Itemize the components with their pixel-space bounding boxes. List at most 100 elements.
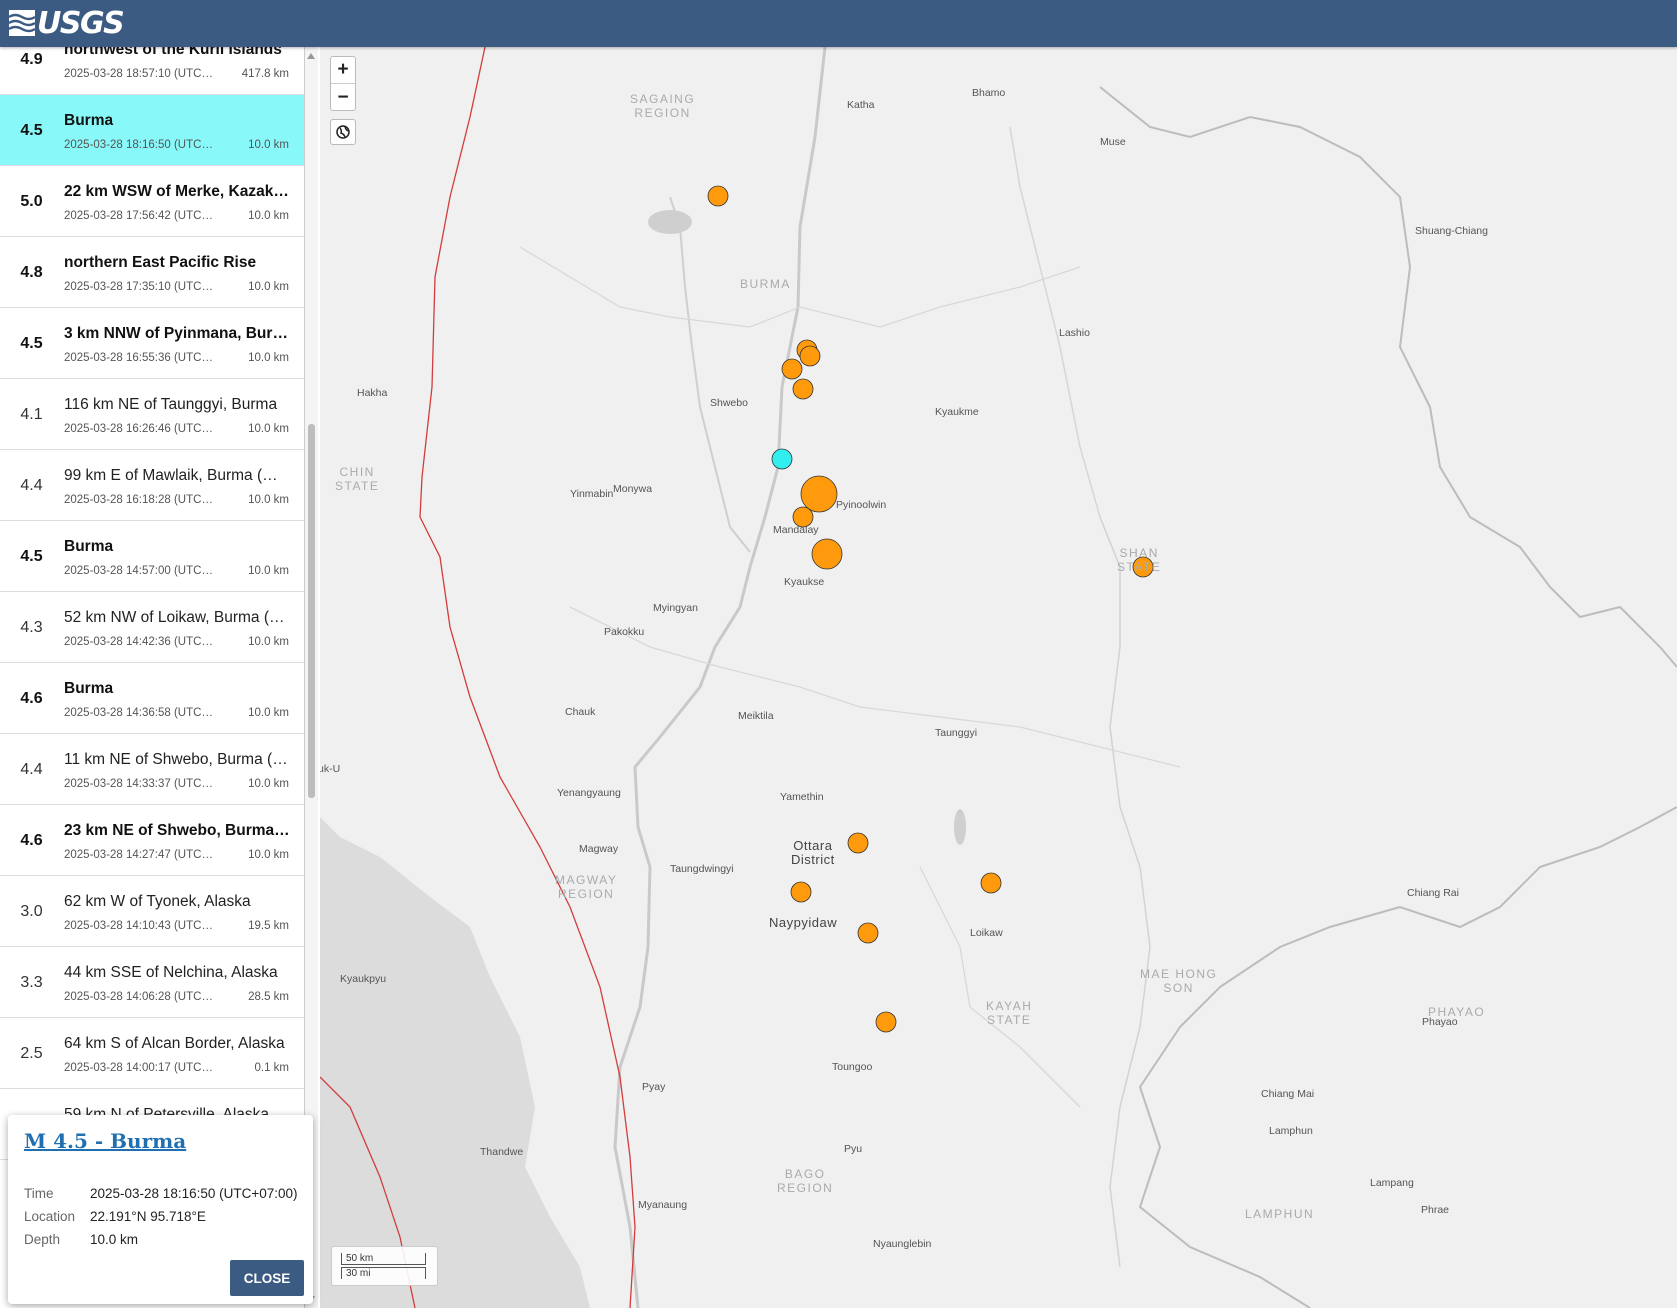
scroll-up-arrow-icon[interactable] (307, 53, 315, 59)
event-time: 2025-03-28 14:36:58 (UTC+07:00) (64, 707, 214, 719)
magnitude: 3.0 (20, 902, 43, 920)
event-title-link[interactable]: M 4.5 - Burma (24, 1129, 186, 1153)
zoom-out-button[interactable]: − (331, 84, 355, 111)
zoom-in-button[interactable]: + (331, 57, 355, 84)
event-location-row: Location 22.191°N 95.718°E (24, 1209, 206, 1224)
place-label: Myingyan (653, 602, 698, 614)
place-label: Yamethin (780, 791, 824, 803)
earthquake-list-item[interactable]: 5.0 22 km WSW of Merke, Kazakhstan 2025-03… (0, 166, 304, 237)
place-label: Monywa (613, 483, 653, 495)
quake-marker[interactable] (857, 922, 879, 944)
magnitude: 3.3 (20, 973, 43, 991)
place-label: uk-U (320, 763, 341, 775)
selected-quake-marker[interactable] (771, 448, 793, 470)
usgs-wave-icon (9, 10, 35, 36)
event-time: 2025-03-28 14:33:37 (UTC+07:00) (64, 778, 214, 790)
place-name: 22 km WSW of Merke, Kazakhstan (64, 183, 290, 200)
event-time: 2025-03-28 16:26:46 (UTC+07:00) (64, 423, 214, 435)
magnitude: 4.3 (20, 618, 43, 636)
time-label: Time (24, 1186, 54, 1201)
earthquake-list-item[interactable]: 4.5 Burma 2025-03-28 14:57:00 (UTC+07:00) 1… (0, 521, 304, 592)
event-depth: 28.5 km (248, 991, 289, 1003)
event-time: 2025-03-28 14:27:47 (UTC+07:00) (64, 849, 214, 861)
scrollbar-thumb[interactable] (308, 424, 315, 798)
place-label: Mandalay (773, 524, 819, 536)
magnitude: 4.8 (20, 263, 43, 281)
event-time: 2025-03-28 14:57:00 (UTC+07:00) (64, 565, 214, 577)
quake-marker[interactable] (799, 345, 821, 367)
place-name: 44 km SSE of Nelchina, Alaska (64, 964, 278, 981)
earthquake-list-item[interactable]: 4.3 52 km NW of Loikaw, Burma (Myanmar) 20… (0, 592, 304, 663)
event-depth: 10.0 km (248, 423, 289, 435)
earthquake-list: 4.9 northwest of the Kuril Islands 2025-03… (0, 47, 304, 1160)
place-label: Toungoo (832, 1061, 873, 1073)
event-depth: 417.8 km (241, 68, 289, 80)
magnitude: 4.5 (20, 334, 43, 352)
earthquake-list-item[interactable]: 4.8 northern East Pacific Rise 2025-03-28 … (0, 237, 304, 308)
close-button[interactable]: CLOSE (230, 1260, 304, 1296)
event-depth: 10.0 km (248, 210, 289, 222)
place-label: Katha (847, 99, 875, 111)
place-label: Pyu (844, 1143, 863, 1155)
earthquake-list-item[interactable]: 4.6 23 km NE of Shwebo, Burma (Myanmar) 20… (0, 805, 304, 876)
earthquake-list-item[interactable]: 3.3 44 km SSE of Nelchina, Alaska 2025-03-… (0, 947, 304, 1018)
event-depth-row: Depth 10.0 km (24, 1232, 138, 1247)
place-label: Pyinoolwin (836, 499, 887, 511)
earthquake-list-item[interactable]: 2.5 64 km S of Alcan Border, Alaska 2025-0… (0, 1018, 304, 1089)
event-time: 2025-03-28 16:18:28 (UTC+07:00) (64, 494, 214, 506)
place-label: Yenangyaung (557, 787, 621, 799)
event-time: 2025-03-28 14:10:43 (UTC+07:00) (64, 920, 214, 932)
quake-marker-large[interactable] (800, 475, 838, 513)
event-time: 2025-03-28 18:16:50 (UTC+07:00) (64, 139, 214, 151)
quake-marker[interactable] (707, 185, 729, 207)
earthquake-list-item[interactable]: 4.5 Burma 2025-03-28 18:16:50 (UTC+07:00) 1… (0, 95, 304, 166)
earthquake-list-item[interactable]: 4.6 Burma 2025-03-28 14:36:58 (UTC+07:00) 1… (0, 663, 304, 734)
place-name: northwest of the Kuril Islands (64, 47, 282, 58)
earthquake-list-item[interactable]: 4.5 3 km NNW of Pyinmana, Burma 2025-03-28… (0, 308, 304, 379)
earthquake-list-item[interactable]: 4.1 116 km NE of Taunggyi, Burma 2025-03-2… (0, 379, 304, 450)
quake-marker-large[interactable] (811, 538, 843, 570)
event-depth: 10.0 km (248, 352, 289, 364)
earthquake-list-item[interactable]: 4.9 northwest of the Kuril Islands 2025-03… (0, 47, 304, 95)
event-time: 2025-03-28 14:00:17 (UTC+07:00) (64, 1062, 214, 1074)
earthquake-list-item[interactable]: 3.0 62 km W of Tyonek, Alaska 2025-03-28 1… (0, 876, 304, 947)
quake-marker[interactable] (875, 1011, 897, 1033)
place-label: Shuang-Chiang (1415, 225, 1488, 237)
place-label: Phrae (1421, 1204, 1450, 1216)
region-label: KAYAH STATE (986, 999, 1033, 1027)
earthquake-list-item[interactable]: 4.4 11 km NE of Shwebo, Burma (Myanmar) 20… (0, 734, 304, 805)
event-time: 2025-03-28 14:06:28 (UTC+07:00) (64, 991, 214, 1003)
quake-marker[interactable] (790, 881, 812, 903)
magnitude: 4.4 (20, 476, 43, 494)
place-label: Muse (1100, 136, 1126, 148)
zoom-control: + − (330, 56, 356, 111)
usgs-logo[interactable]: USGS (9, 6, 125, 41)
place-label: Taungdwingyi (670, 863, 734, 875)
place-label: Meiktila (738, 710, 774, 722)
place-label: Bhamo (972, 87, 1006, 99)
place-label: Chiang Rai (1407, 887, 1459, 899)
region-label: SAGAING REGION (630, 92, 696, 120)
lake (648, 210, 692, 234)
place-name: 99 km E of Mawlaik, Burma (Myanmar) (64, 467, 290, 484)
event-depth: 0.1 km (254, 1062, 289, 1074)
map-scale: 50 km 30 mi (331, 1246, 438, 1286)
irrawaddy-river (613, 47, 827, 1308)
place-name: 23 km NE of Shwebo, Burma (Myanmar) (64, 822, 290, 839)
region-label: LAMPHUN (1245, 1207, 1315, 1221)
place-label: Chiang Mai (1261, 1088, 1315, 1100)
place-name: 64 km S of Alcan Border, Alaska (64, 1035, 285, 1052)
depth-value: 10.0 km (90, 1232, 139, 1247)
bay-of-bengal-water (320, 817, 590, 1308)
place-label: Hakha (357, 387, 388, 399)
quake-marker[interactable] (847, 832, 869, 854)
quake-marker[interactable] (781, 358, 803, 380)
map-view[interactable]: Katha Muse Hakha Shwebo Kyaukme Lashio Yinmabi… (320, 47, 1677, 1308)
place-name: Burma (64, 112, 114, 129)
layers-button[interactable] (330, 119, 356, 145)
quake-marker[interactable] (980, 872, 1002, 894)
china-border (1099, 86, 1677, 668)
quake-marker[interactable] (792, 378, 814, 400)
place-label: Kyaukme (935, 406, 979, 418)
earthquake-list-item[interactable]: 4.4 99 km E of Mawlaik, Burma (Myanmar) 20… (0, 450, 304, 521)
